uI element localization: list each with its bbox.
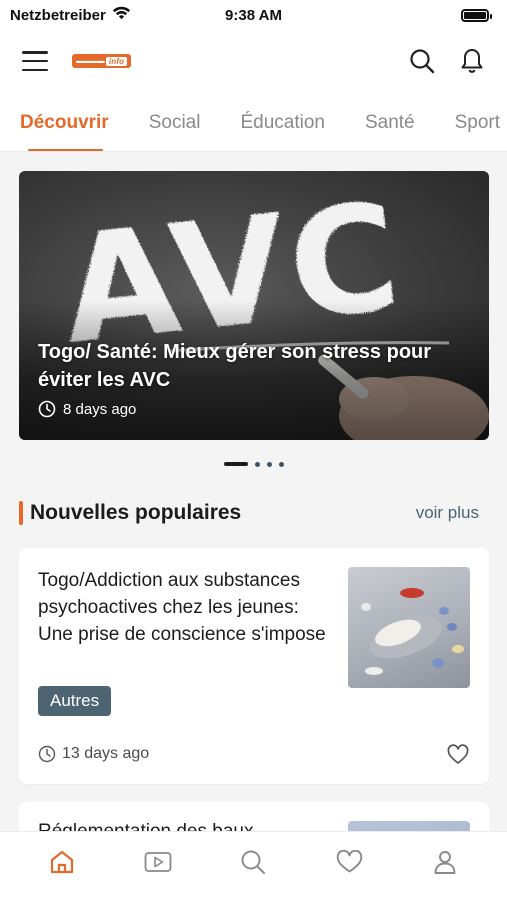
header-right	[407, 46, 487, 76]
carousel-dot[interactable]	[254, 461, 260, 467]
featured-article-time: 8 days ago	[63, 400, 137, 418]
carousel-dot[interactable]	[223, 462, 248, 466]
tab-sante[interactable]: Santé	[365, 92, 415, 151]
tab-sport[interactable]: Sport	[455, 92, 500, 151]
article-title: Togo/Addiction aux substances psychoacti…	[38, 570, 326, 645]
carrier-label: Netzbetreiber	[10, 6, 106, 24]
brand-logo[interactable]: ▬▬▬▬ info	[72, 54, 132, 68]
clock-icon	[38, 745, 56, 763]
category-tag[interactable]: Autres	[38, 686, 112, 716]
featured-article-card[interactable]: AVC Togo/ Santé: Mieux gérer son stress …	[19, 171, 489, 440]
section-title-wrap: Nouvelles populaires	[19, 501, 241, 525]
category-tabs: Découvrir Social Éducation Santé Sport	[0, 92, 507, 152]
tab-social[interactable]: Social	[149, 92, 201, 151]
section-accent-bar	[19, 501, 23, 525]
see-more-link[interactable]: voir plus	[416, 503, 479, 523]
featured-article-title: Togo/ Santé: Mieux gérer son stress pour…	[38, 341, 432, 391]
clock-icon	[38, 400, 56, 418]
search-icon[interactable]	[407, 46, 437, 76]
carousel-dot[interactable]	[266, 461, 272, 467]
featured-article-meta: 8 days ago	[38, 400, 136, 418]
section-title: Nouvelles populaires	[30, 501, 242, 524]
article-card[interactable]: Togo/Addiction aux substances psychoacti…	[19, 548, 489, 784]
battery-icon	[461, 8, 492, 22]
nav-video-icon[interactable]	[138, 842, 178, 882]
favorite-heart-icon[interactable]	[447, 744, 469, 766]
bottom-nav	[0, 831, 507, 900]
nav-search-icon[interactable]	[233, 842, 273, 882]
wifi-icon	[112, 6, 131, 24]
nav-profile-icon[interactable]	[425, 842, 465, 882]
tab-education[interactable]: Éducation	[240, 92, 325, 151]
article-time: 13 days ago	[62, 745, 150, 762]
carousel-indicator[interactable]	[0, 460, 507, 468]
status-left: Netzbetreiber	[10, 6, 131, 24]
article-meta: 13 days ago	[38, 745, 149, 763]
bell-icon[interactable]	[457, 46, 487, 76]
menu-icon[interactable]	[22, 51, 48, 71]
popular-section-header: Nouvelles populaires voir plus	[19, 499, 479, 527]
tab-decouvrir[interactable]: Découvrir	[20, 92, 109, 151]
nav-heart-icon[interactable]	[329, 842, 369, 882]
header-left: ▬▬▬▬ info	[22, 51, 132, 71]
article-thumbnail	[348, 567, 470, 688]
nav-home-icon[interactable]	[42, 842, 82, 882]
carousel-dot[interactable]	[278, 461, 284, 467]
app-header: ▬▬▬▬ info	[0, 30, 507, 92]
status-bar: Netzbetreiber 9:38 AM	[0, 0, 507, 30]
